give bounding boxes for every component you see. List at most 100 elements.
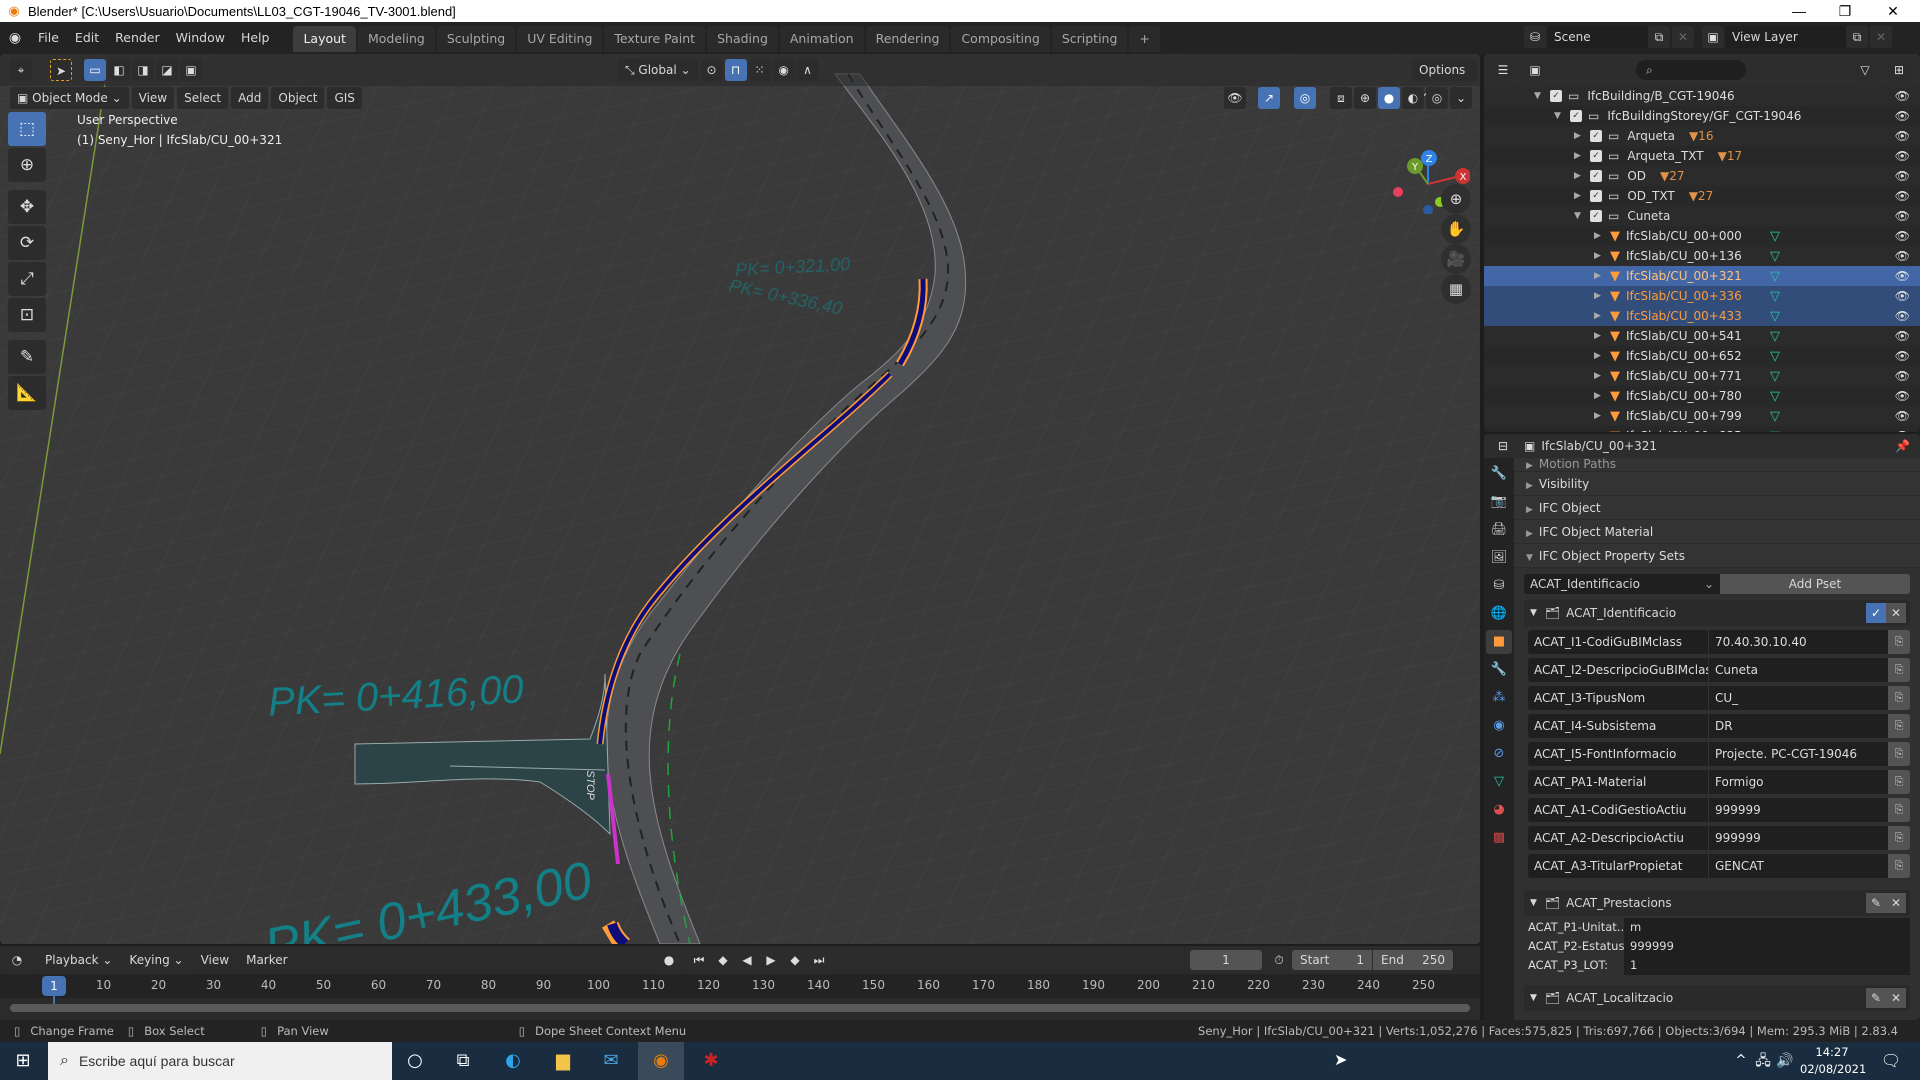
- view-layer-icon[interactable]: ▣: [1702, 26, 1724, 48]
- tool-move-icon[interactable]: ✥: [8, 190, 46, 224]
- shading-solid-icon[interactable]: ●: [1378, 87, 1400, 109]
- mesh-data-icon[interactable]: ▽: [1770, 309, 1780, 324]
- stopwatch-icon[interactable]: ⏱: [1268, 949, 1290, 971]
- tab-constraints-icon[interactable]: ⊘: [1486, 742, 1512, 766]
- cortana-icon[interactable]: ○: [392, 1042, 438, 1080]
- panel-ifc-object[interactable]: ▶ IFC Object: [1514, 496, 1920, 520]
- expand-toggle-icon[interactable]: ▼: [1574, 211, 1581, 221]
- expand-toggle-icon[interactable]: ▶: [1594, 291, 1601, 301]
- workspace-tab-compositing[interactable]: Compositing: [951, 26, 1050, 52]
- falloff-icon[interactable]: ∧: [796, 59, 819, 81]
- select-mode-invert-icon[interactable]: ◪: [156, 59, 178, 81]
- outliner-row[interactable]: ▶ ▼ IfcSlab/CU_00+000 ▽ 👁: [1484, 226, 1920, 246]
- view-layer-remove-icon[interactable]: ✕: [1870, 26, 1892, 48]
- outliner-row[interactable]: ▶ ✓ ▭ OD ▼27 👁: [1484, 166, 1920, 186]
- select-mode-new-icon[interactable]: ▭: [84, 59, 106, 81]
- outliner-search-input[interactable]: ⌕: [1636, 60, 1746, 80]
- snap-target-icon[interactable]: ⁙: [748, 59, 771, 81]
- collapse-arrow-icon[interactable]: ▼: [1530, 898, 1537, 908]
- mail-icon[interactable]: ✉: [588, 1042, 634, 1080]
- workspace-tab-uv-editing[interactable]: UV Editing: [517, 26, 603, 52]
- copy-property-icon[interactable]: ⎘: [1888, 658, 1910, 682]
- mesh-data-icon[interactable]: ▽: [1770, 329, 1780, 344]
- workspace-tab-shading[interactable]: Shading: [707, 26, 778, 52]
- property-value-field[interactable]: 70.40.30.10.40: [1708, 630, 1888, 654]
- menu-timeline-view[interactable]: View: [194, 949, 236, 971]
- copy-property-icon[interactable]: ⎘: [1888, 826, 1910, 850]
- scene-selector-icon[interactable]: ⛁: [1524, 26, 1546, 48]
- menu-add[interactable]: Add: [231, 87, 269, 109]
- start-frame-field[interactable]: Start 1: [1292, 950, 1372, 970]
- shading-material-icon[interactable]: ◐: [1402, 87, 1424, 109]
- menu-marker[interactable]: Marker: [239, 949, 294, 971]
- app-taskbar-icon[interactable]: ✱: [688, 1042, 734, 1080]
- menu-playback[interactable]: Playback ⌄: [38, 949, 120, 971]
- tab-tool-icon[interactable]: 🔧: [1486, 462, 1512, 486]
- view-layer-copy-icon[interactable]: ⧉: [1846, 26, 1868, 48]
- visibility-eye-icon[interactable]: 👁: [1895, 389, 1910, 403]
- property-value-field[interactable]: 999999: [1708, 826, 1888, 850]
- workspace-tab-scripting[interactable]: Scripting: [1051, 26, 1128, 52]
- gizmo-neg-z-icon[interactable]: [1423, 205, 1433, 214]
- end-frame-field[interactable]: End 250: [1373, 950, 1453, 970]
- menu-edit[interactable]: Edit: [67, 22, 107, 54]
- timeline-editor-type-icon[interactable]: ◔: [6, 949, 28, 971]
- tab-particles-icon[interactable]: ⁂: [1486, 686, 1512, 710]
- child-count-badge[interactable]: ▼27: [1689, 189, 1714, 203]
- confirm-edit-icon[interactable]: ✓: [1866, 603, 1886, 623]
- workspace-tab-animation[interactable]: Animation: [779, 26, 864, 52]
- edit-pset-icon[interactable]: ✎: [1866, 893, 1886, 913]
- child-count-badge[interactable]: ▼27: [1660, 169, 1685, 183]
- shading-rendered-icon[interactable]: ◎: [1426, 87, 1448, 109]
- expand-toggle-icon[interactable]: ▶: [1594, 391, 1601, 401]
- task-view-icon[interactable]: ⧉: [440, 1042, 486, 1080]
- maximize-button[interactable]: ❐: [1822, 0, 1868, 22]
- file-explorer-icon[interactable]: ▆: [540, 1042, 586, 1080]
- panel-motion-paths[interactable]: ▶ Motion Paths: [1514, 458, 1920, 472]
- record-icon[interactable]: ●: [658, 949, 680, 971]
- copy-property-icon[interactable]: ⎘: [1888, 854, 1910, 878]
- menu-select[interactable]: Select: [177, 87, 229, 109]
- outliner-row[interactable]: ▶ ▼ IfcSlab/CU_00+652 ▽ 👁: [1484, 346, 1920, 366]
- shading-wireframe-icon[interactable]: ⊕: [1354, 87, 1376, 109]
- overlay-toggle-icon[interactable]: ◎: [1294, 87, 1316, 109]
- property-value-field[interactable]: 999999: [1624, 937, 1910, 956]
- copy-property-icon[interactable]: ⎘: [1888, 770, 1910, 794]
- prev-keyframe-icon[interactable]: ◆: [712, 949, 734, 971]
- select-mode-extend-icon[interactable]: ◧: [108, 59, 130, 81]
- select-mode-subtract-icon[interactable]: ◨: [132, 59, 154, 81]
- outliner-row[interactable]: ▶ ▼ IfcSlab/CU_00+771 ▽ 👁: [1484, 366, 1920, 386]
- next-keyframe-icon[interactable]: ◆: [784, 949, 806, 971]
- edge-browser-icon[interactable]: ◐: [490, 1042, 536, 1080]
- mesh-data-icon[interactable]: ▽: [1770, 349, 1780, 364]
- panel-ifc-property-sets[interactable]: ▼ IFC Object Property Sets: [1514, 544, 1920, 568]
- pin-icon[interactable]: 📌: [1895, 439, 1910, 453]
- visibility-eye-icon[interactable]: 👁: [1895, 169, 1910, 183]
- visibility-eye-icon[interactable]: 👁: [1895, 369, 1910, 383]
- pset-select-dropdown[interactable]: ACAT_Identificacio ⌄: [1524, 574, 1720, 594]
- outliner-row[interactable]: ▼ ✓ ▭ IfcBuildingStorey/GF_CGT-19046 👁: [1484, 106, 1920, 126]
- visibility-eye-icon[interactable]: 👁: [1895, 189, 1910, 203]
- exclude-checkbox[interactable]: ✓: [1550, 90, 1562, 102]
- expand-toggle-icon[interactable]: ▶: [1594, 431, 1601, 432]
- outliner-row[interactable]: ▶ ▼ IfcSlab/CU_00+336 ▽ 👁: [1484, 286, 1920, 306]
- outliner-row[interactable]: ▶ ▼ IfcSlab/CU_00+780 ▽ 👁: [1484, 386, 1920, 406]
- exclude-checkbox[interactable]: ✓: [1590, 190, 1602, 202]
- property-value-field[interactable]: 1: [1624, 956, 1910, 975]
- edit-pset-icon[interactable]: ✎: [1866, 988, 1886, 1008]
- remove-pset-icon[interactable]: ✕: [1886, 893, 1906, 913]
- tab-view-layer-icon[interactable]: 🖼: [1486, 546, 1512, 570]
- blender-taskbar-icon[interactable]: ◉: [638, 1042, 684, 1080]
- timeline-ruler[interactable]: 10 20 30 40 50 60 70 80 90 100 110 120 130 140 150 160 1…: [0, 974, 1480, 998]
- menu-gis[interactable]: GIS: [327, 87, 362, 109]
- pan-view-icon[interactable]: ✋: [1441, 214, 1471, 244]
- taskbar-search-input[interactable]: ⌕ Escribe aquí para buscar: [48, 1042, 392, 1080]
- snap-toggle-icon[interactable]: ⊓: [724, 59, 747, 81]
- visibility-eye-icon[interactable]: 👁: [1895, 109, 1910, 123]
- viewport-scene[interactable]: [0, 54, 1480, 944]
- panel-ifc-object-material[interactable]: ▶ IFC Object Material: [1514, 520, 1920, 544]
- menu-help[interactable]: Help: [233, 22, 278, 54]
- tool-rotate-icon[interactable]: ⟳: [8, 226, 46, 260]
- property-value-field[interactable]: GENCAT: [1708, 854, 1888, 878]
- panel-visibility[interactable]: ▶ Visibility: [1514, 472, 1920, 496]
